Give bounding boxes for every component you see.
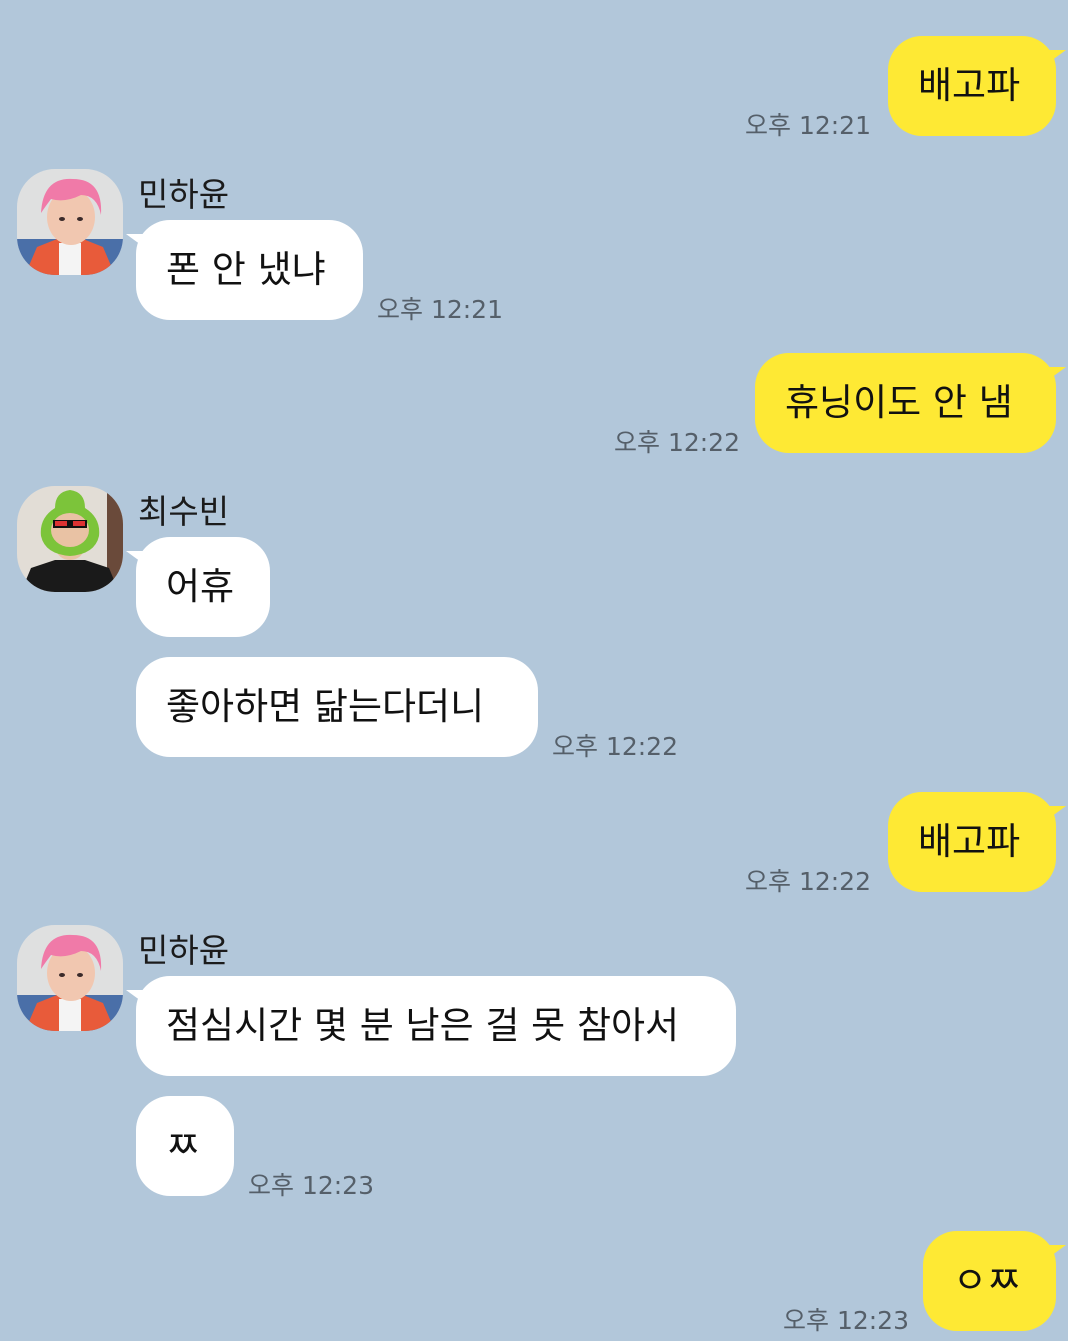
outgoing-message-bubble[interactable]: 배고파 — [888, 36, 1066, 136]
incoming-message-bubble[interactable]: 점심시간 몇 분 남은 걸 못 참아서 — [126, 976, 736, 1076]
outgoing-message-bubble[interactable]: ㅇㅉ — [923, 1231, 1066, 1331]
message-timestamp: 오후 12:22 — [552, 732, 678, 761]
incoming-message-bubble[interactable]: 폰 안 냈냐 — [126, 220, 363, 320]
sender-avatar[interactable] — [17, 925, 123, 1031]
message-timestamp: 오후 12:21 — [377, 295, 503, 324]
outgoing-message-bubble[interactable]: 배고파 — [888, 792, 1066, 892]
message-timestamp: 오후 12:23 — [248, 1171, 374, 1200]
sender-avatar[interactable] — [17, 486, 123, 592]
sender-name: 민하윤 — [138, 175, 230, 214]
incoming-message-bubble[interactable]: ㅉ — [136, 1096, 234, 1196]
message-timestamp: 오후 12:23 — [783, 1306, 909, 1335]
incoming-message-bubble[interactable]: 어휴 — [126, 537, 270, 637]
sender-avatar[interactable] — [17, 169, 123, 275]
avocado-hat-profile-photo — [17, 486, 123, 592]
message-timestamp: 오후 12:22 — [614, 428, 740, 457]
sender-name: 민하윤 — [138, 931, 230, 970]
sender-name: 최수빈 — [138, 492, 230, 531]
pink-hair-profile-photo — [17, 169, 123, 275]
outgoing-message-bubble[interactable]: 휴닝이도 안 냄 — [755, 353, 1066, 453]
pink-hair-profile-photo — [17, 925, 123, 1031]
message-timestamp: 오후 12:22 — [745, 867, 871, 896]
incoming-message-bubble[interactable]: 좋아하면 닮는다더니 — [136, 657, 538, 757]
message-timestamp: 오후 12:21 — [745, 111, 871, 140]
